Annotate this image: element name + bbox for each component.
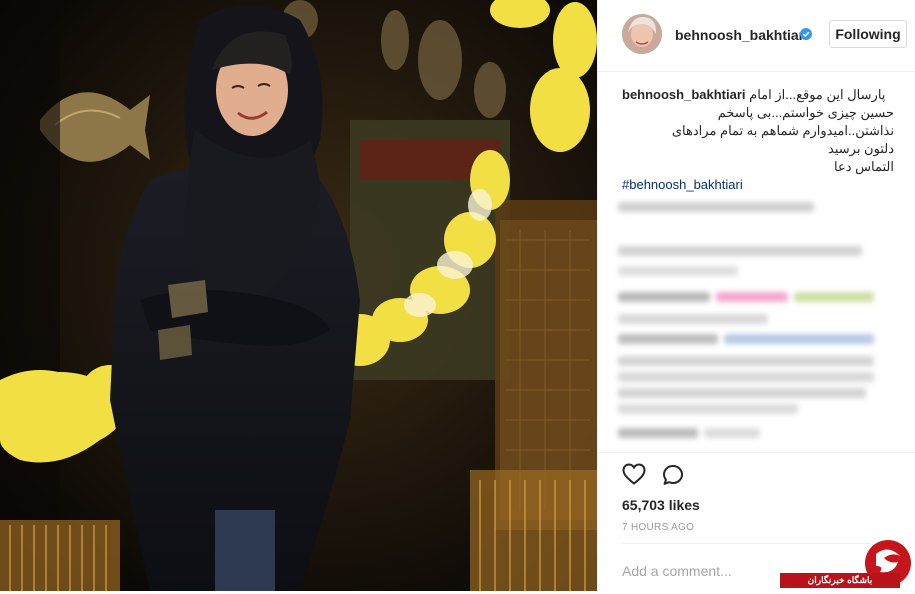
blurred-comment — [724, 334, 874, 344]
caption-text-line-1: پارسال این موقع...از امام — [749, 87, 886, 102]
post-side-panel: behnoosh_bakhtiari Following behnoosh_ba… — [597, 0, 915, 591]
likes-count[interactable]: 65,703 likes — [622, 497, 700, 513]
post-header: behnoosh_bakhtiari Following — [598, 0, 915, 72]
blurred-comment — [618, 356, 874, 366]
blurred-comment — [618, 372, 874, 382]
news-agency-watermark: باشگاه خبرنگاران — [780, 536, 915, 591]
verified-badge-icon — [800, 27, 812, 40]
caption-text-line-2: حسین چیزی خواستم...بی پاسخم — [717, 105, 894, 120]
blurred-comment — [618, 428, 698, 438]
avatar[interactable] — [622, 14, 662, 54]
blurred-comment — [704, 428, 760, 438]
caption-author[interactable]: behnoosh_bakhtiari — [622, 87, 746, 102]
avatar-picture — [622, 14, 662, 54]
heart-icon[interactable] — [622, 463, 646, 485]
caption-hashtag[interactable]: #behnoosh_bakhtiari — [622, 176, 894, 194]
post-author-username[interactable]: behnoosh_bakhtiari — [675, 27, 808, 43]
blurred-comment — [618, 388, 866, 398]
caption-text-line-5: التماس دعا — [834, 159, 894, 174]
blurred-comment — [618, 292, 710, 302]
blurred-comment — [716, 292, 788, 302]
post-caption: behnoosh_bakhtiari پارسال این موقع...از … — [622, 86, 894, 194]
caption-text-line-3: نذاشتن..امیدوارم شماهم به تمام مرادهای — [671, 123, 894, 138]
blurred-comment — [618, 314, 768, 324]
following-button[interactable]: Following — [829, 20, 907, 48]
blurred-comment — [618, 404, 798, 414]
blurred-comment — [794, 292, 874, 302]
post-photo — [0, 0, 597, 591]
blurred-comment — [618, 202, 814, 212]
caption-first-line: behnoosh_bakhtiari پارسال این موقع...از … — [622, 86, 894, 104]
blurred-comment — [618, 334, 718, 344]
post-timestamp: 7 HOURS AGO — [622, 522, 695, 533]
blurred-comments — [618, 196, 896, 448]
caption-text-line-4: دلتون برسید — [828, 141, 894, 156]
watermark-text: باشگاه خبرنگاران — [780, 573, 900, 588]
comment-bubble-icon[interactable] — [661, 463, 685, 487]
photo-illustration — [0, 0, 597, 591]
blurred-comment — [618, 246, 862, 256]
blurred-comment — [618, 266, 738, 276]
